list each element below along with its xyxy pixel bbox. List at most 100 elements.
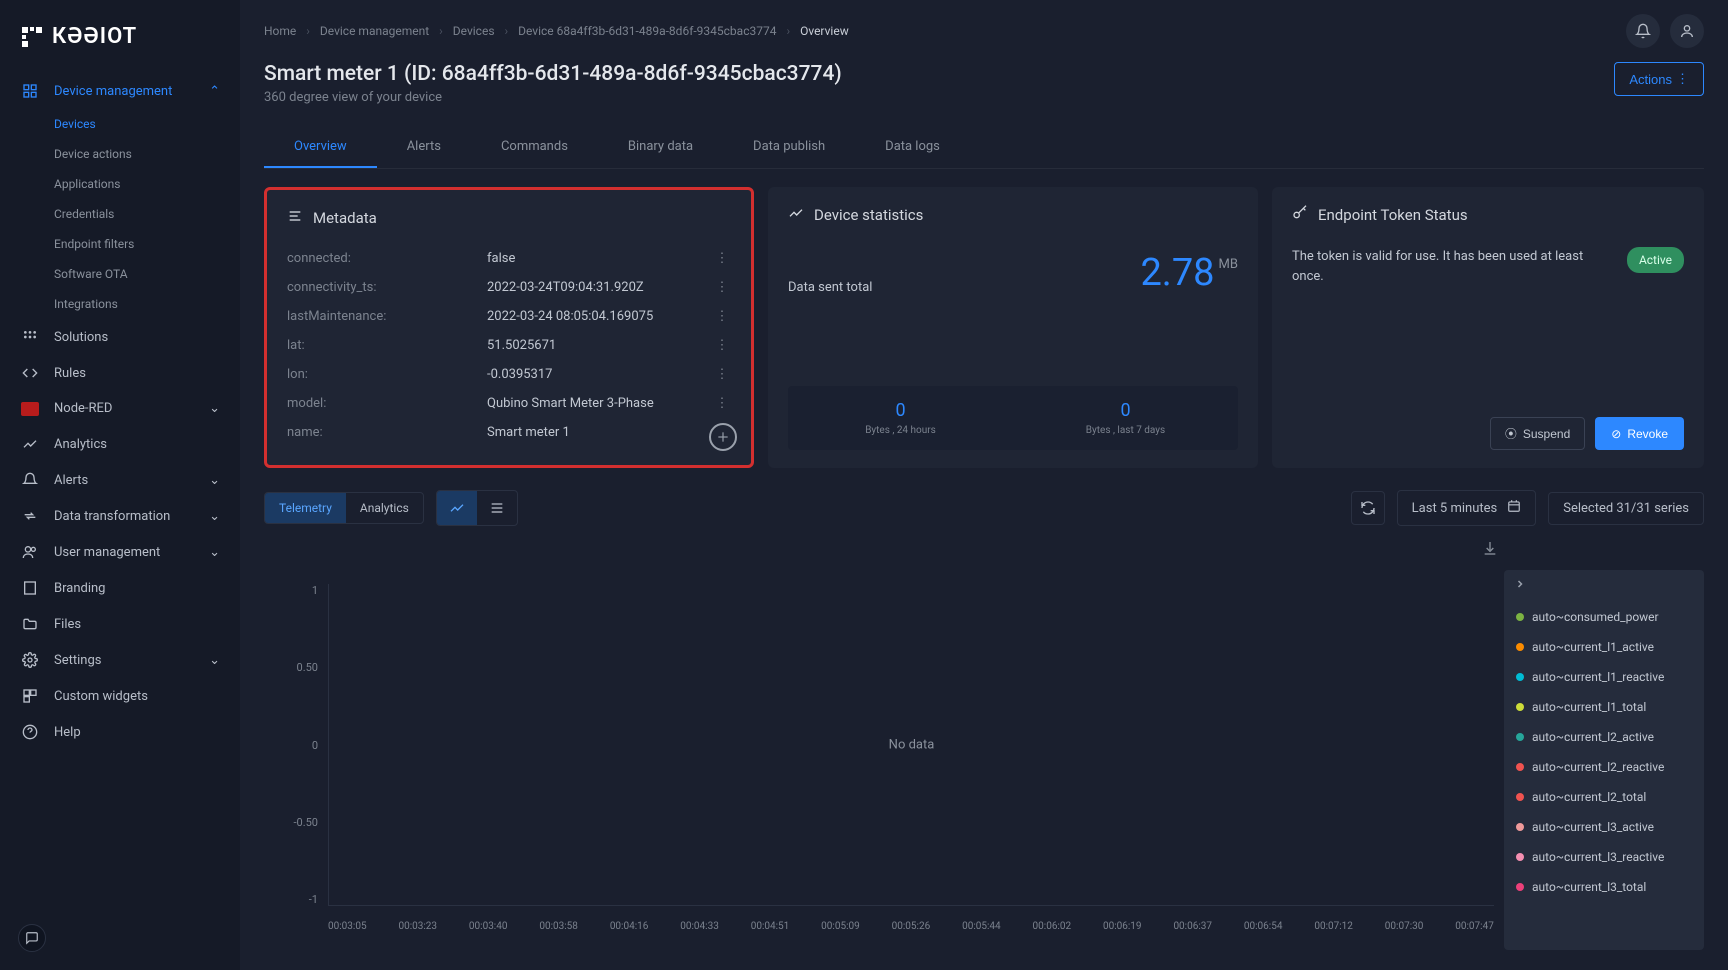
seg-analytics[interactable]: Analytics	[346, 493, 423, 523]
add-metadata-button[interactable]	[709, 423, 737, 451]
nav-sub-integrations[interactable]: Integrations	[54, 289, 240, 319]
nav-item-settings[interactable]: Settings⌄	[0, 642, 240, 678]
metadata-more-button[interactable]: ⋮	[713, 280, 731, 295]
chart-view-button[interactable]	[437, 491, 477, 525]
telemetry-analytics-toggle: Telemetry Analytics	[264, 492, 424, 524]
legend-item[interactable]: auto~current_l1_active	[1504, 632, 1704, 662]
legend-toggle[interactable]	[1504, 570, 1704, 602]
key-icon	[1292, 205, 1308, 225]
legend-dot	[1516, 733, 1524, 741]
tab-data-publish[interactable]: Data publish	[723, 127, 855, 168]
chart-area: 10.500-0.50-1 No data 00:03:0500:03:2300…	[264, 540, 1704, 950]
download-chart-button[interactable]	[1482, 540, 1498, 560]
metadata-more-button[interactable]: ⋮	[713, 338, 731, 353]
tab-binary-data[interactable]: Binary data	[598, 127, 723, 168]
help-icon	[20, 724, 40, 740]
notifications-button[interactable]	[1626, 14, 1660, 48]
chevron-down-icon: ⌄	[209, 653, 220, 668]
nav-item-help[interactable]: Help	[0, 714, 240, 750]
widgets-icon	[20, 688, 40, 704]
metadata-more-button[interactable]: ⋮	[713, 309, 731, 324]
legend-item[interactable]: auto~current_l3_active	[1504, 812, 1704, 842]
x-tick: 00:03:40	[469, 921, 508, 932]
breadcrumb-device-management[interactable]: Device management	[320, 24, 429, 38]
x-tick: 00:03:23	[398, 921, 437, 932]
series-selector[interactable]: Selected 31/31 series	[1548, 492, 1704, 525]
suspend-button[interactable]: ⦿ Suspend	[1490, 417, 1585, 450]
nav-sub-applications[interactable]: Applications	[54, 169, 240, 199]
nav-sub-endpoint-filters[interactable]: Endpoint filters	[54, 229, 240, 259]
breadcrumb-device-68a4ff3b-6d31-489a-8d6f-9345cbac3774[interactable]: Device 68a4ff3b-6d31-489a-8d6f-9345cbac3…	[518, 24, 776, 38]
legend-item[interactable]: auto~current_l2_active	[1504, 722, 1704, 752]
folder-icon	[20, 616, 40, 632]
stats-main-label: Data sent total	[788, 280, 872, 295]
logo-icon	[20, 25, 44, 49]
breadcrumb-devices[interactable]: Devices	[453, 24, 495, 38]
nav-item-device-management[interactable]: Device management⌃	[0, 73, 240, 109]
nav-item-branding[interactable]: Branding	[0, 570, 240, 606]
actions-dropdown[interactable]: Actions ⋮	[1614, 62, 1704, 96]
tab-alerts[interactable]: Alerts	[377, 127, 471, 168]
metadata-more-button[interactable]: ⋮	[713, 251, 731, 266]
breadcrumb-home[interactable]: Home	[264, 24, 296, 38]
token-body: The token is valid for use. It has been …	[1292, 247, 1684, 286]
legend-item[interactable]: auto~current_l3_total	[1504, 872, 1704, 902]
token-card: Endpoint Token Status The token is valid…	[1272, 187, 1704, 468]
nav-item-rules[interactable]: Rules	[0, 355, 240, 391]
breadcrumb-overview: Overview	[800, 24, 849, 38]
x-tick: 00:05:44	[962, 921, 1001, 932]
nav-sub-device-actions[interactable]: Device actions	[54, 139, 240, 169]
legend-item[interactable]: auto~current_l3_reactive	[1504, 842, 1704, 872]
metadata-more-button[interactable]: ⋮	[713, 367, 731, 382]
nav-item-files[interactable]: Files	[0, 606, 240, 642]
metadata-value: 51.5025671	[487, 338, 713, 353]
legend: auto~consumed_powerauto~current_l1_activ…	[1504, 570, 1704, 950]
stat-cell: 0Bytes , last 7 days	[1013, 386, 1238, 450]
nav-sub-devices[interactable]: Devices	[54, 109, 240, 139]
x-tick: 00:06:02	[1033, 921, 1072, 932]
topbar: Home›Device management›Devices›Device 68…	[264, 0, 1704, 52]
legend-dot	[1516, 823, 1524, 831]
revoke-button[interactable]: ⊘ Revoke	[1595, 417, 1684, 450]
tab-overview[interactable]: Overview	[264, 127, 377, 168]
nav-item-alerts[interactable]: Alerts⌄	[0, 462, 240, 498]
legend-dot	[1516, 793, 1524, 801]
nav-item-user-management[interactable]: User management⌄	[0, 534, 240, 570]
breadcrumb: Home›Device management›Devices›Device 68…	[264, 24, 849, 38]
refresh-button[interactable]	[1351, 491, 1385, 525]
metadata-key: lastMaintenance:	[287, 309, 487, 324]
chat-bubble-button[interactable]	[18, 924, 46, 952]
legend-item[interactable]: auto~current_l2_reactive	[1504, 752, 1704, 782]
nav-sub-credentials[interactable]: Credentials	[54, 199, 240, 229]
x-tick: 00:07:30	[1385, 921, 1424, 932]
time-range-selector[interactable]: Last 5 minutes	[1397, 490, 1537, 526]
legend-item[interactable]: auto~consumed_power	[1504, 602, 1704, 632]
nav-item-solutions[interactable]: Solutions	[0, 319, 240, 355]
metadata-key: connected:	[287, 251, 487, 266]
nav-item-custom-widgets[interactable]: Custom widgets	[0, 678, 240, 714]
nav-item-data-transformation[interactable]: Data transformation⌄	[0, 498, 240, 534]
legend-item[interactable]: auto~current_l2_total	[1504, 782, 1704, 812]
nav-sub-software-ota[interactable]: Software OTA	[54, 259, 240, 289]
metadata-row: model:Qubino Smart Meter 3-Phase⋮	[287, 389, 731, 418]
metadata-header: Metadata	[287, 208, 731, 228]
stats-main-value: 2.78 MB	[1140, 251, 1238, 295]
tab-commands[interactable]: Commands	[471, 127, 598, 168]
metadata-value: -0.0395317	[487, 367, 713, 382]
seg-telemetry[interactable]: Telemetry	[265, 493, 346, 523]
list-icon	[287, 208, 303, 228]
metadata-row: connected:false⋮	[287, 244, 731, 273]
list-view-button[interactable]	[477, 491, 517, 525]
metadata-more-button[interactable]: ⋮	[713, 396, 731, 411]
x-tick: 00:04:16	[610, 921, 649, 932]
chevron-right-icon: ›	[786, 24, 790, 38]
metadata-row: name:Smart meter 1⋮	[287, 418, 731, 447]
nav-item-analytics[interactable]: Analytics	[0, 426, 240, 462]
legend-item[interactable]: auto~current_l1_total	[1504, 692, 1704, 722]
tab-data-logs[interactable]: Data logs	[855, 127, 970, 168]
chevron-down-icon: ⌄	[209, 545, 220, 560]
profile-button[interactable]	[1670, 14, 1704, 48]
legend-item[interactable]: auto~current_l1_reactive	[1504, 662, 1704, 692]
nav-item-node-red[interactable]: Node-RED⌄	[0, 391, 240, 426]
y-tick: -1	[282, 893, 318, 906]
